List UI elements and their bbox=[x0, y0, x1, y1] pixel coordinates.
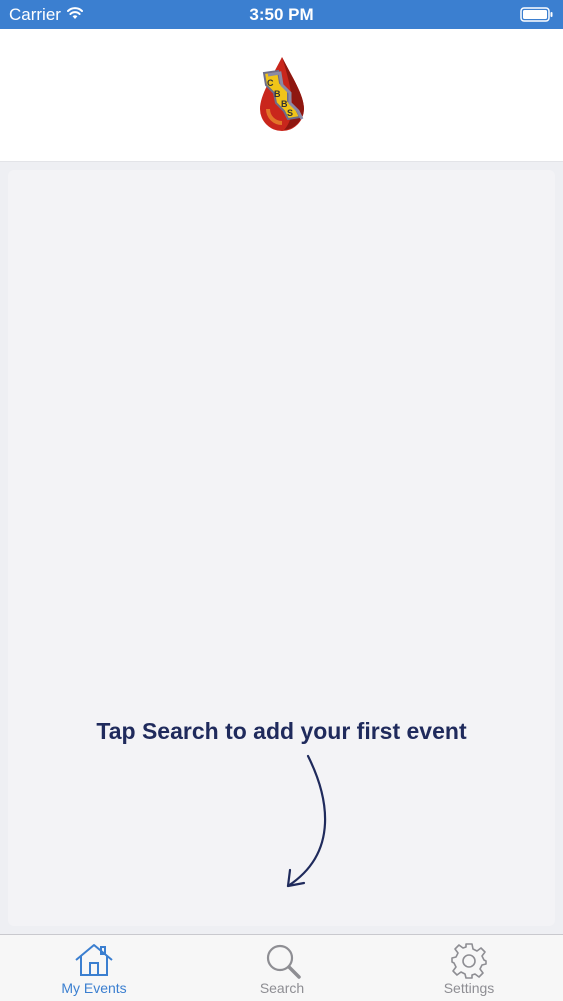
tab-label-settings: Settings bbox=[443, 980, 495, 996]
battery-icon bbox=[520, 7, 554, 27]
clock: 3:50 PM bbox=[249, 5, 314, 24]
tab-bar: My Events Search Settings bbox=[0, 934, 563, 1001]
logo-letter-s: S bbox=[287, 108, 293, 118]
app-header: C B B S bbox=[0, 29, 563, 162]
gear-icon bbox=[449, 943, 489, 984]
tab-my-events[interactable]: My Events bbox=[0, 935, 188, 1001]
curved-arrow-icon bbox=[280, 752, 340, 897]
house-icon bbox=[74, 943, 114, 982]
search-icon bbox=[262, 943, 302, 984]
tab-search[interactable]: Search bbox=[188, 935, 376, 1001]
logo-letter-c: C bbox=[267, 78, 274, 88]
tab-label-my-events: My Events bbox=[61, 980, 127, 996]
blood-drop-logo: C B B S bbox=[254, 55, 308, 138]
events-content: Tap Search to add your first event bbox=[0, 162, 563, 934]
empty-state-hint: Tap Search to add your first event bbox=[96, 718, 467, 744]
logo-letter-b1: B bbox=[274, 89, 281, 99]
status-bar: Carrier 3:50 PM bbox=[0, 0, 563, 29]
tab-settings[interactable]: Settings bbox=[375, 935, 563, 1001]
tab-label-search: Search bbox=[259, 980, 305, 996]
